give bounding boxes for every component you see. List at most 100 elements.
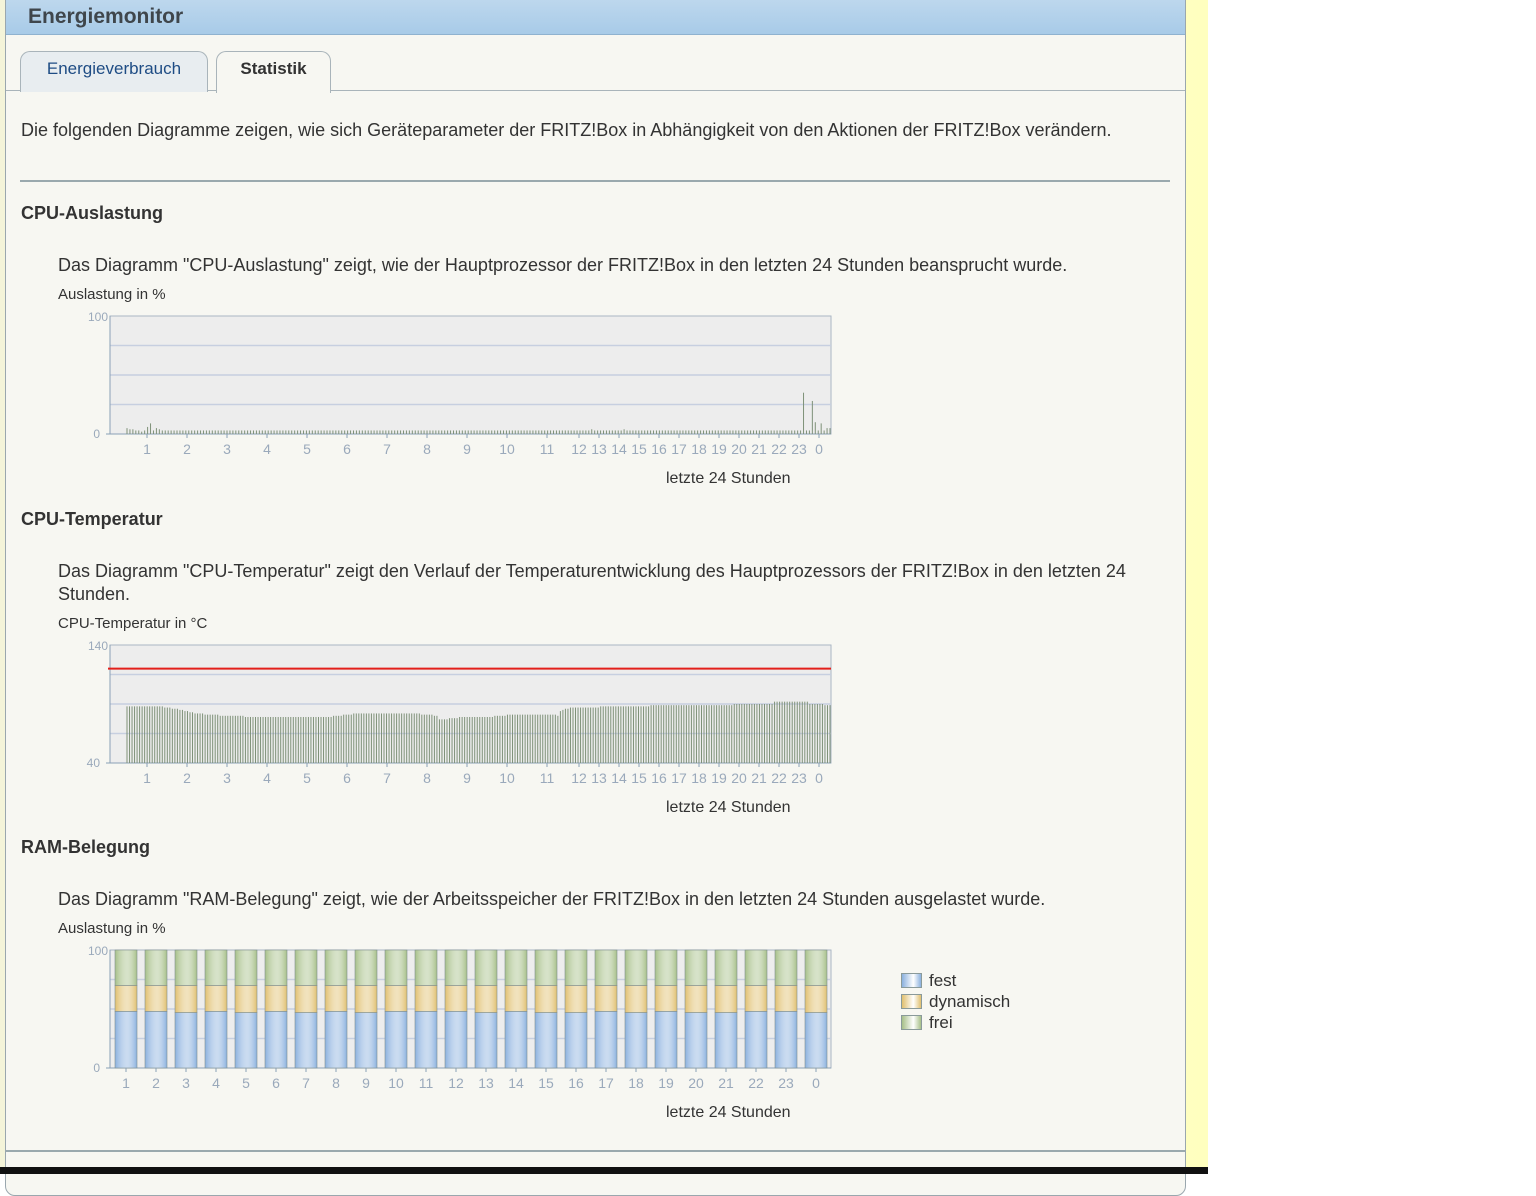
legend-label-fest: fest	[929, 971, 957, 990]
ram-heading: RAM-Belegung	[21, 837, 150, 857]
legend-label-dynamisch: dynamisch	[929, 992, 1011, 1011]
cpu-load-xtick-label: 22	[771, 441, 787, 457]
ram-bar-dynamisch-shade	[534, 985, 558, 1013]
ram-bar-frei-shade	[474, 949, 498, 986]
page-title: Energiemonitor	[28, 5, 184, 28]
cpu-temp-xtick-label: 15	[631, 770, 647, 786]
cpu-load-xtick-label: 5	[303, 441, 311, 457]
cpu-load-xtick-label: 4	[263, 441, 271, 457]
ram-bar-fest-shade	[114, 1011, 138, 1069]
ram-bar-dynamisch-shade	[204, 985, 228, 1012]
ram-bar-fest-shade	[774, 1011, 798, 1069]
ram-xtick-label: 2	[152, 1075, 160, 1091]
ram-bar-dynamisch-shade	[474, 985, 498, 1013]
ram-bar-fest-shade	[624, 1012, 648, 1069]
legend-swatch-dynamisch	[901, 994, 922, 1009]
ram-bar-fest-shade	[744, 1011, 768, 1069]
ram-bar-frei-shade	[264, 949, 288, 986]
cpu-load-xtick-label: 12	[571, 441, 587, 457]
ram-description: Das Diagramm "RAM-Belegung" zeigt, wie d…	[58, 889, 1046, 909]
cpu-load-xtick-label: 13	[591, 441, 607, 457]
ram-bar-frei-shade	[354, 949, 378, 986]
cpu-load-xtick-label: 17	[671, 441, 687, 457]
ram-xtick-label: 8	[332, 1075, 340, 1091]
cpu-load-xtick-label: 15	[631, 441, 647, 457]
ram-xtick-label: 14	[508, 1075, 524, 1091]
cpu-load-xtick-label: 16	[651, 441, 667, 457]
ram-bar-dynamisch-shade	[594, 985, 618, 1012]
ram-xtick-label: 0	[812, 1075, 820, 1091]
cpu-load-xtick-label: 21	[751, 441, 767, 457]
cpu-load-xtick-label: 11	[540, 441, 555, 457]
cpu-temp-xtick-label: 1	[143, 770, 151, 786]
ram-bar-frei-shade	[684, 949, 708, 986]
divider	[20, 180, 1170, 182]
cpu-load-ytick-bottom: 0	[93, 427, 100, 441]
ram-xtick-label: 20	[688, 1075, 704, 1091]
ram-bar-fest-shade	[714, 1012, 738, 1069]
ram-bar-fest-shade	[804, 1012, 828, 1069]
ram-bar-frei-shade	[204, 949, 228, 986]
ram-chart: 100 0 1 2 3 4 5 6 7 8 9 10 11 12 13 14 15 16 17 18 19 20 21 22 2…	[66, 944, 846, 1098]
ram-xtick-label: 4	[212, 1075, 220, 1091]
ram-bar-fest-shade	[684, 1012, 708, 1069]
ram-bar-dynamisch-shade	[774, 985, 798, 1012]
cpu-load-xtick-label: 14	[611, 441, 627, 457]
ram-bar-frei-shade	[714, 949, 738, 986]
cpu-temp-xtick-label: 16	[651, 770, 667, 786]
tab-statistik[interactable]: Statistik	[216, 51, 331, 93]
ram-xtick-label: 16	[568, 1075, 584, 1091]
cpu-load-xtick-label: 0	[815, 441, 823, 457]
ram-bar-fest-shade	[474, 1012, 498, 1069]
cpu-load-xtick-label: 10	[499, 441, 515, 457]
ram-bar-frei-shade	[594, 949, 618, 986]
bottom-divider	[6, 1150, 1185, 1152]
ram-bar-frei-shade	[114, 949, 138, 986]
cpu-temp-xtick-label: 11	[540, 770, 555, 786]
cpu-load-xtick-label: 7	[383, 441, 391, 457]
cpu-temp-xtick-label: 13	[591, 770, 607, 786]
cpu-temp-xtick-label: 0	[815, 770, 823, 786]
cpu-temp-xtick-label: 6	[343, 770, 351, 786]
ram-bar-frei-shade	[144, 949, 168, 986]
ram-bar-frei-shade	[444, 949, 468, 986]
cpu-temp-xtick-label: 5	[303, 770, 311, 786]
ram-bar-dynamisch-shade	[684, 985, 708, 1013]
ram-bar-frei-shade	[234, 949, 258, 986]
ram-xtick-label: 21	[718, 1075, 734, 1091]
cpu-load-xtick-label: 8	[423, 441, 431, 457]
cpu-load-xtick-label: 6	[343, 441, 351, 457]
cpu-temp-xtick-label: 23	[791, 770, 807, 786]
ram-bar-fest-shade	[444, 1011, 468, 1069]
ram-bar-fest-shade	[384, 1011, 408, 1069]
legend-swatch-fest	[901, 973, 922, 988]
ram-xtick-label: 10	[388, 1075, 404, 1091]
cpu-temp-xtick-label: 18	[691, 770, 707, 786]
bottom-bar	[0, 1167, 1208, 1174]
tab-energieverbrauch[interactable]: Energieverbrauch	[20, 51, 208, 92]
ram-bar-frei-shade	[294, 949, 318, 986]
cpu-temp-chart: 140 40 1 2 3 4 5 6 7 8 9 10 11 12 13 14 15 16 17 18 19 20 21 22…	[66, 639, 846, 793]
cpu-temp-description: Das Diagramm "CPU-Temperatur" zeigt den …	[58, 561, 1126, 604]
ram-bar-dynamisch-shade	[804, 985, 828, 1013]
cpu-temp-xtick-label: 17	[671, 770, 687, 786]
ram-xtick-label: 17	[598, 1075, 614, 1091]
cpu-temp-xtick-label: 10	[499, 770, 515, 786]
ram-bar-fest-shade	[594, 1011, 618, 1069]
ram-bar-fest-shade	[144, 1011, 168, 1069]
cpu-temp-xtick-label: 20	[731, 770, 747, 786]
ram-bar-frei-shade	[324, 949, 348, 986]
ram-bar-fest-shade	[654, 1011, 678, 1069]
ram-xtick-label: 18	[628, 1075, 644, 1091]
ram-bar-fest-shade	[294, 1012, 318, 1069]
ram-bar-fest-shade	[534, 1012, 558, 1069]
cpu-load-xtick-label: 1	[143, 441, 151, 457]
cpu-load-x-caption: letzte 24 Stunden	[666, 470, 791, 487]
cpu-temp-ytick-bottom: 40	[87, 756, 101, 770]
ram-bar-dynamisch-shade	[114, 985, 138, 1012]
ram-xtick-label: 1	[122, 1075, 130, 1091]
ram-bar-frei-shade	[564, 949, 588, 986]
cpu-load-description: Das Diagramm "CPU-Auslastung" zeigt, wie…	[58, 255, 1068, 275]
ram-bar-frei-shade	[804, 949, 828, 986]
cpu-load-ytick-top: 100	[88, 310, 108, 324]
